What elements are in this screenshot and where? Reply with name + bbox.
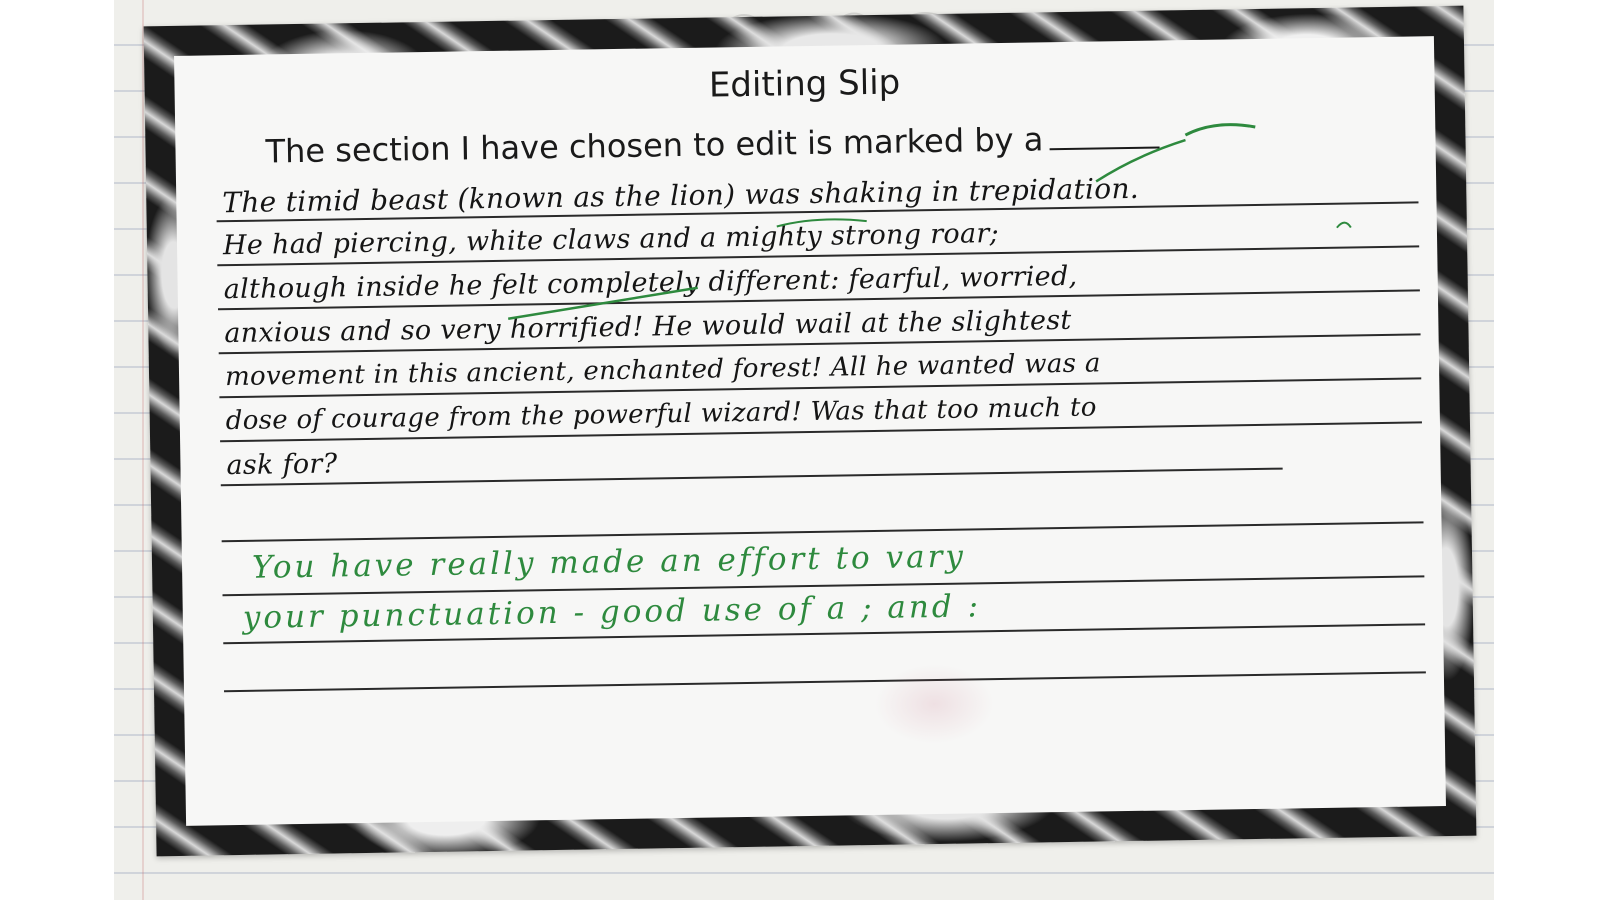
margin-line [142, 0, 144, 900]
editing-slip: Editing Slip The section I have chosen t… [143, 5, 1477, 857]
photo: Editing Slip The section I have chosen t… [0, 0, 1600, 900]
writing-rule [223, 671, 1426, 693]
writing-area: The timid beast (known as the lion) was … [216, 161, 1426, 700]
slip-title: Editing Slip [708, 62, 901, 106]
ink-smudge [873, 663, 995, 746]
slip-paper: Editing Slip The section I have chosen t… [174, 36, 1446, 826]
slip-prompt: The section I have chosen to edit is mar… [265, 118, 1160, 171]
prompt-blank-line [1049, 146, 1160, 151]
slip-prompt-text: The section I have chosen to edit is mar… [265, 120, 1044, 171]
